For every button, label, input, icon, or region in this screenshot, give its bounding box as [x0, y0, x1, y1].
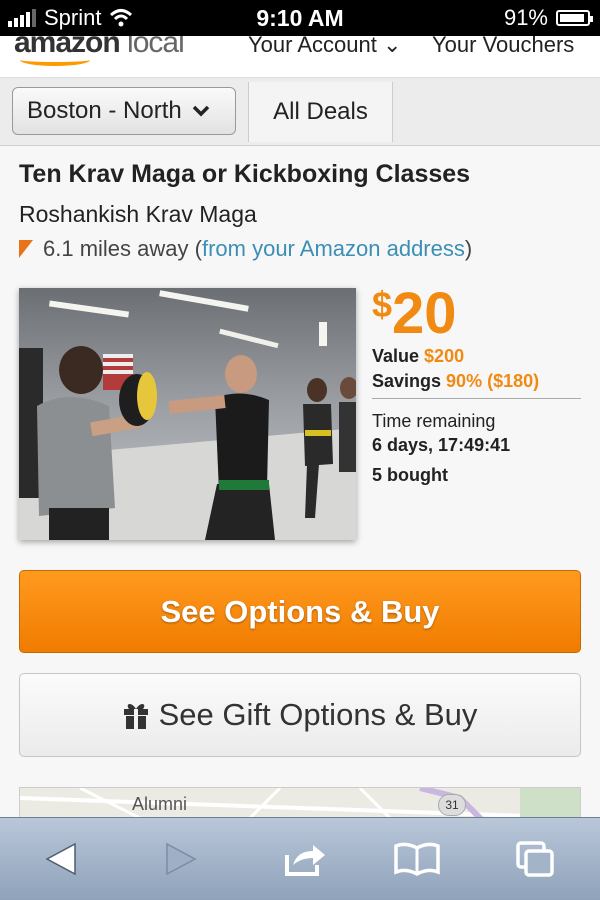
your-account-link[interactable]: Your Account ⌄ — [248, 36, 401, 58]
forward-icon — [166, 842, 197, 876]
chevron-down-icon — [192, 105, 209, 117]
status-right: 91% — [503, 4, 593, 32]
map-label: Alumni — [132, 794, 188, 814]
buy-button-label: See Options & Buy — [160, 593, 440, 629]
gym-photo-illustration — [19, 288, 356, 540]
gift-icon — [123, 704, 148, 729]
back-icon — [45, 842, 76, 876]
gift-button-label: See Gift Options & Buy — [158, 697, 478, 732]
share-button[interactable] — [280, 836, 330, 882]
forward-button[interactable] — [156, 836, 206, 882]
tabs-icon — [516, 841, 554, 877]
route-badge: 31 — [438, 794, 466, 816]
value-amount: $200 — [424, 346, 465, 366]
bookmarks-icon — [394, 842, 440, 876]
price-amount: 20 — [392, 281, 457, 346]
logo-smile — [20, 54, 90, 66]
city-select[interactable]: Boston - North — [12, 87, 236, 135]
time-remaining-label: Time remaining — [372, 411, 496, 431]
site-header: amazon local Your Account ⌄ Your Voucher… — [0, 36, 600, 78]
share-icon — [285, 845, 325, 876]
see-options-buy-button[interactable]: See Options & Buy — [19, 570, 581, 653]
logo-suffix: local — [127, 36, 185, 59]
city-select-label: Boston - North — [27, 97, 182, 124]
value-label: Value — [372, 346, 420, 366]
nav-bar: Boston - North All Deals — [0, 78, 600, 146]
distance-line: 6.1 miles away (from your Amazon address… — [19, 236, 472, 262]
see-gift-options-button[interactable]: See Gift Options & Buy — [19, 673, 581, 757]
all-deals-tab[interactable]: All Deals — [248, 82, 393, 142]
savings-line: Savings 90% ($180) — [372, 371, 539, 392]
distance-open-paren: ( — [188, 236, 202, 261]
savings-amount: 90% ($180) — [446, 371, 540, 391]
deal-price: $ 20 — [372, 282, 457, 346]
distance-text: 6.1 miles away — [43, 236, 189, 261]
amazon-address-link[interactable]: from your Amazon address — [202, 236, 465, 262]
back-button[interactable] — [36, 836, 86, 882]
deal-photo[interactable] — [19, 288, 356, 540]
bought-count: 5 bought — [372, 465, 448, 485]
battery-percent: 91% — [503, 5, 548, 30]
browser-toolbar — [0, 817, 600, 900]
price-divider — [372, 398, 581, 399]
location-pin-icon — [19, 240, 33, 258]
your-account-label: Your Account — [248, 36, 377, 57]
status-bar: Sprint 9:10 AM 91% — [0, 0, 600, 36]
time-remaining-value: 6 days, 17:49:41 — [372, 435, 511, 455]
your-vouchers-link[interactable]: Your Vouchers — [432, 36, 574, 58]
savings-label: Savings — [372, 371, 442, 391]
merchant-name: Roshankish Krav Maga — [19, 201, 257, 227]
price-currency: $ — [372, 284, 393, 325]
distance-close-paren: ) — [464, 236, 473, 261]
deal-title: Ten Krav Maga or Kickboxing Classes — [19, 160, 471, 188]
tabs-button[interactable] — [510, 836, 560, 882]
battery-icon — [556, 10, 593, 26]
chevron-down-icon: ⌄ — [382, 36, 402, 57]
bookmarks-button[interactable] — [392, 836, 442, 882]
value-line: Value $200 — [372, 346, 464, 367]
